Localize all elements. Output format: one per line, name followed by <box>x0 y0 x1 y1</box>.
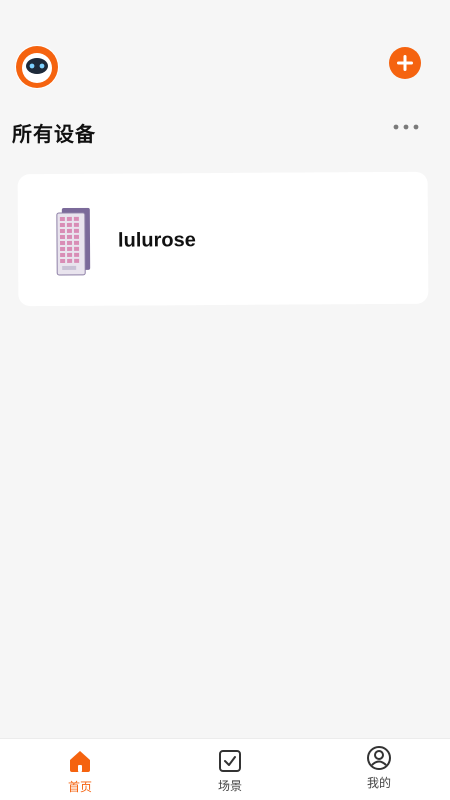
nav-tab-mine[interactable]: 我的 <box>334 739 424 800</box>
more-dots-icon <box>393 124 419 130</box>
nav-tab-home[interactable]: 首页 <box>35 739 125 800</box>
nav-label-mine: 我的 <box>366 776 391 790</box>
device-card[interactable]: lulurose <box>17 171 429 307</box>
nav-tab-scenes[interactable]: 场景 <box>185 739 275 800</box>
device-name: lulurose <box>117 229 196 252</box>
screen: 所有设备 lulurose 首页 场景 我的 <box>0 0 450 800</box>
plus-icon <box>397 55 413 71</box>
user-circle-icon <box>367 746 391 770</box>
page-title: 所有设备 <box>12 122 96 146</box>
checkbox-icon <box>219 750 241 772</box>
robot-avatar-icon[interactable] <box>15 45 59 89</box>
more-options-button[interactable] <box>390 116 422 138</box>
nav-label-scenes: 场景 <box>217 779 242 793</box>
bottom-navigation: 首页 场景 我的 <box>0 738 450 800</box>
home-icon <box>70 751 90 772</box>
nav-label-home: 首页 <box>67 780 92 794</box>
tablet-device-icon <box>54 207 94 276</box>
add-device-button[interactable] <box>389 47 421 79</box>
